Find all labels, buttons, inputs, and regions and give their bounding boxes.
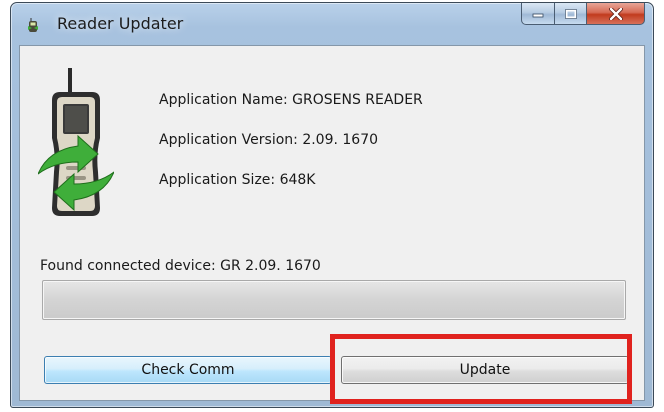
dialog-body: Application Name: GROSENS READER Applica… <box>19 45 645 401</box>
application-version-label: Application Version: 2.09. 1670 <box>159 132 379 148</box>
reader-device-icon <box>28 18 38 32</box>
update-label: Update <box>459 362 511 378</box>
check-comm-label: Check Comm <box>141 362 235 378</box>
maximize-button[interactable] <box>555 3 587 25</box>
caption-buttons <box>521 3 645 25</box>
minimize-icon <box>532 13 544 17</box>
reader-updater-window: Reader Updater Application Name: GROSENS… <box>10 2 654 408</box>
update-progress-bar <box>42 280 626 320</box>
close-button[interactable] <box>587 3 645 25</box>
check-comm-button[interactable]: Check Comm <box>44 356 332 384</box>
minimize-button[interactable] <box>521 3 555 25</box>
update-button[interactable]: Update <box>341 356 629 384</box>
maximize-icon <box>564 8 577 19</box>
window-title: Reader Updater <box>57 14 184 33</box>
application-name-label: Application Name: GROSENS READER <box>159 92 423 108</box>
close-icon <box>608 7 623 20</box>
application-size-label: Application Size: 648K <box>159 172 316 188</box>
title-bar[interactable]: Reader Updater <box>11 3 653 43</box>
found-device-status: Found connected device: GR 2.09. 1670 <box>40 258 321 274</box>
reader-device-graphic <box>38 68 114 216</box>
